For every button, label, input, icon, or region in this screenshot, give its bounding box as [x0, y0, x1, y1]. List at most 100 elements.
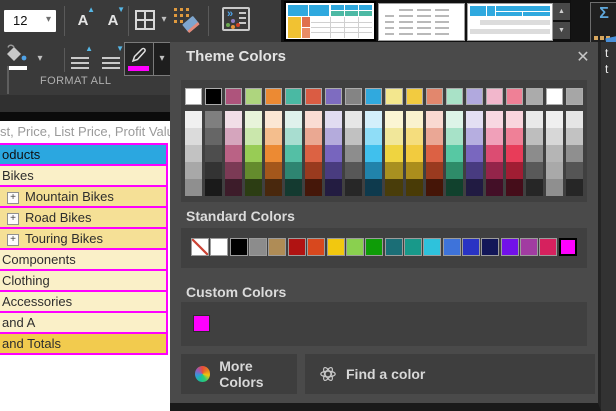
theme-color-swatch[interactable] [526, 88, 543, 105]
standard-color-swatch[interactable] [462, 238, 480, 256]
theme-shade-swatch[interactable] [426, 179, 443, 196]
totals-sigma-button[interactable]: Σ [590, 2, 616, 44]
theme-color-swatch[interactable] [225, 88, 242, 105]
theme-shade-swatch[interactable] [305, 179, 322, 196]
theme-shade-swatch[interactable] [345, 128, 362, 145]
gallery-scroll-up-button[interactable]: ▲ [553, 3, 570, 20]
theme-shade-swatch[interactable] [225, 162, 242, 179]
theme-color-swatch[interactable] [245, 88, 262, 105]
standard-color-swatch[interactable] [520, 238, 538, 256]
theme-shade-swatch[interactable] [566, 128, 583, 145]
no-fill-swatch[interactable] [191, 238, 209, 256]
standard-color-swatch[interactable] [539, 238, 557, 256]
theme-color-swatch[interactable] [406, 88, 423, 105]
theme-shade-swatch[interactable] [285, 128, 302, 145]
expand-icon[interactable]: + [7, 234, 19, 246]
theme-shade-swatch[interactable] [385, 162, 402, 179]
theme-shade-swatch[interactable] [426, 145, 443, 162]
style-presets-icon[interactable]: » [222, 7, 250, 31]
theme-shade-swatch[interactable] [245, 179, 262, 196]
theme-shade-swatch[interactable] [466, 179, 483, 196]
pen-color-dropdown-caret[interactable]: ▾ [153, 43, 170, 75]
theme-color-swatch[interactable] [345, 88, 362, 105]
decrease-row-height-button[interactable]: ▼ [99, 45, 125, 73]
theme-shade-swatch[interactable] [526, 162, 543, 179]
theme-shade-swatch[interactable] [245, 128, 262, 145]
theme-shade-swatch[interactable] [265, 128, 282, 145]
theme-shade-swatch[interactable] [285, 162, 302, 179]
theme-color-swatch[interactable] [205, 88, 222, 105]
theme-shade-swatch[interactable] [486, 162, 503, 179]
expand-icon[interactable]: + [7, 213, 19, 225]
table-row[interactable]: Accessories [0, 292, 166, 313]
theme-shade-swatch[interactable] [486, 179, 503, 196]
theme-shade-swatch[interactable] [406, 179, 423, 196]
theme-shade-swatch[interactable] [385, 145, 402, 162]
theme-shade-swatch[interactable] [185, 128, 202, 145]
theme-shade-swatch[interactable] [426, 128, 443, 145]
theme-shade-swatch[interactable] [546, 111, 563, 128]
theme-shade-swatch[interactable] [446, 162, 463, 179]
theme-shade-swatch[interactable] [365, 162, 382, 179]
standard-color-swatch[interactable] [404, 238, 422, 256]
theme-shade-swatch[interactable] [365, 111, 382, 128]
theme-shade-swatch[interactable] [205, 145, 222, 162]
theme-shade-swatch[interactable] [506, 145, 523, 162]
table-style-preview-3[interactable] [467, 3, 553, 41]
standard-color-swatch[interactable] [210, 238, 228, 256]
theme-shade-swatch[interactable] [406, 111, 423, 128]
theme-color-swatch[interactable] [285, 88, 302, 105]
theme-shade-swatch[interactable] [385, 111, 402, 128]
theme-shade-swatch[interactable] [365, 179, 382, 196]
expand-icon[interactable]: + [7, 192, 19, 204]
theme-shade-swatch[interactable] [265, 179, 282, 196]
theme-shade-swatch[interactable] [385, 128, 402, 145]
standard-color-swatch[interactable] [249, 238, 267, 256]
theme-shade-swatch[interactable] [305, 111, 322, 128]
theme-shade-swatch[interactable] [446, 179, 463, 196]
theme-shade-swatch[interactable] [205, 179, 222, 196]
decrease-font-size-button[interactable]: A ▼ [100, 8, 126, 34]
theme-color-swatch[interactable] [426, 88, 443, 105]
theme-shade-swatch[interactable] [225, 179, 242, 196]
font-size-combo[interactable]: 12 ▾ [4, 10, 56, 32]
theme-shade-swatch[interactable] [185, 111, 202, 128]
theme-shade-swatch[interactable] [526, 145, 543, 162]
theme-shade-swatch[interactable] [345, 145, 362, 162]
theme-shade-swatch[interactable] [506, 111, 523, 128]
theme-shade-swatch[interactable] [325, 162, 342, 179]
theme-shade-swatch[interactable] [245, 111, 262, 128]
theme-shade-swatch[interactable] [325, 111, 342, 128]
gallery-scroll-down-button[interactable]: ▼ [553, 22, 570, 39]
custom-color-swatch[interactable] [193, 315, 210, 332]
table-row[interactable]: +Road Bikes [0, 208, 166, 229]
table-style-preview-2[interactable] [378, 3, 465, 41]
theme-shade-swatch[interactable] [265, 111, 282, 128]
theme-color-swatch[interactable] [486, 88, 503, 105]
theme-shade-swatch[interactable] [345, 111, 362, 128]
theme-shade-swatch[interactable] [305, 145, 322, 162]
fill-color-dropdown-caret[interactable]: ▾ [34, 54, 46, 64]
theme-shade-swatch[interactable] [446, 145, 463, 162]
theme-shade-swatch[interactable] [185, 162, 202, 179]
theme-shade-swatch[interactable] [466, 128, 483, 145]
theme-shade-swatch[interactable] [526, 128, 543, 145]
theme-shade-swatch[interactable] [546, 128, 563, 145]
table-style-preview-1[interactable] [286, 3, 374, 39]
theme-shade-swatch[interactable] [546, 179, 563, 196]
theme-shade-swatch[interactable] [506, 162, 523, 179]
theme-shade-swatch[interactable] [466, 162, 483, 179]
standard-color-swatch[interactable] [327, 238, 345, 256]
theme-shade-swatch[interactable] [426, 162, 443, 179]
theme-shade-swatch[interactable] [486, 145, 503, 162]
theme-shade-swatch[interactable] [446, 128, 463, 145]
theme-color-swatch[interactable] [566, 88, 583, 105]
theme-color-swatch[interactable] [546, 88, 563, 105]
theme-shade-swatch[interactable] [225, 128, 242, 145]
theme-shade-swatch[interactable] [325, 145, 342, 162]
theme-shade-swatch[interactable] [285, 179, 302, 196]
theme-shade-swatch[interactable] [426, 111, 443, 128]
theme-shade-swatch[interactable] [486, 128, 503, 145]
standard-color-swatch[interactable] [559, 238, 577, 256]
standard-color-swatch[interactable] [443, 238, 461, 256]
